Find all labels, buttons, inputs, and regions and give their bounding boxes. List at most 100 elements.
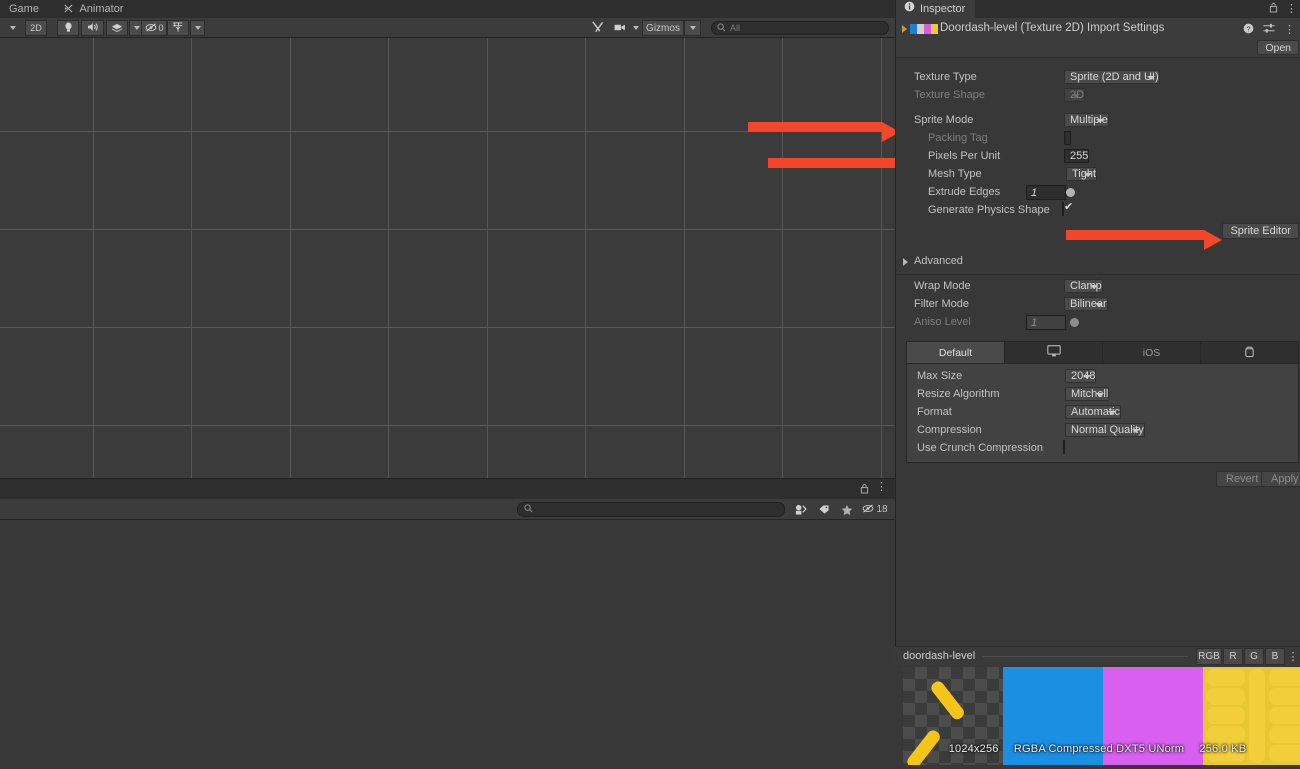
lock-icon[interactable] [860, 483, 869, 497]
tools-button[interactable] [588, 20, 608, 36]
tab-game[interactable]: Game [0, 0, 48, 18]
setting-label: Texture Type [914, 71, 977, 83]
setting-row-compression: Compression Normal Quality [907, 421, 1300, 439]
slider-value[interactable]: 1 [1026, 185, 1066, 200]
slider-knob [1070, 318, 1079, 327]
effects-icon [111, 22, 123, 35]
chevron-down-icon [1084, 173, 1092, 177]
preview-channel-rgb[interactable]: RGB [1196, 648, 1222, 665]
advanced-foldout[interactable]: Advanced [896, 252, 1300, 270]
eye-off-icon [862, 504, 874, 516]
grid-line-vertical [388, 38, 389, 478]
visibility-count-label: 18 [876, 504, 887, 515]
camera-dropdown[interactable] [628, 20, 643, 36]
tab-inspector[interactable]: Inspector [896, 0, 975, 18]
gizmos-search-input[interactable]: All [711, 21, 889, 35]
game-view-canvas[interactable] [0, 38, 895, 478]
gizmos-label: Gizmos [646, 23, 680, 34]
preview-channel-r[interactable]: R [1223, 648, 1243, 665]
camera-button[interactable] [612, 20, 628, 36]
grid-line-horizontal [0, 327, 895, 328]
kebab-menu-icon[interactable]: ⋮ [876, 482, 887, 493]
max-size-dropdown[interactable]: 2048 [1065, 369, 1096, 383]
preview-body[interactable]: 1024x256 RGBA Compressed DXT5 UNorm 256.… [895, 665, 1300, 769]
format-dropdown[interactable]: Automatic [1065, 405, 1121, 419]
generate-physics-shape-checkbox[interactable] [1062, 202, 1064, 216]
texture-type-dropdown[interactable]: Sprite (2D and UI) [1064, 70, 1160, 84]
project-search-input[interactable] [517, 502, 785, 517]
tab-platform-ios[interactable]: iOS [1103, 342, 1201, 363]
tab-platform-default[interactable]: Default [907, 342, 1005, 363]
audio-mute-toggle[interactable] [81, 20, 104, 36]
grid-line-vertical [782, 38, 783, 478]
grid-gizmo-dropdown[interactable] [190, 20, 205, 36]
chevron-down-icon [1096, 119, 1104, 123]
use-crunch-compression-checkbox[interactable] [1063, 440, 1065, 454]
kebab-menu-icon[interactable]: ⋮ [1286, 650, 1300, 663]
project-browser-body[interactable] [0, 520, 895, 769]
open-button[interactable]: Open [1257, 40, 1299, 55]
gizmos-button[interactable]: Gizmos [642, 20, 684, 36]
setting-label: Packing Tag [928, 132, 988, 144]
tab-animator[interactable]: Animator [55, 0, 132, 18]
packing-tag-input [1064, 131, 1071, 145]
compression-dropdown[interactable]: Normal Quality [1065, 423, 1145, 437]
two-d-label: 2D [30, 23, 42, 33]
grid-line-vertical [487, 38, 488, 478]
grid-line-vertical [93, 38, 94, 478]
preview-filesize: 256.0 KB [1199, 743, 1246, 755]
preview-channel-b[interactable]: B [1265, 648, 1285, 665]
setting-row-aniso-level: Aniso Level 1 [896, 313, 1300, 331]
gizmos-dropdown[interactable] [684, 20, 701, 36]
setting-row-packing-tag: Packing Tag [896, 129, 1300, 147]
display-dropdown[interactable] [3, 20, 23, 36]
texture-shape-dropdown: 2D [1064, 88, 1085, 102]
filter-mode-dropdown[interactable]: Bilinear [1064, 297, 1108, 311]
two-d-toggle[interactable]: 2D [25, 20, 47, 36]
eye-off-icon [145, 23, 157, 34]
preset-icon[interactable] [1263, 23, 1275, 37]
lock-icon[interactable] [1269, 2, 1278, 16]
slider-knob[interactable] [1066, 188, 1075, 197]
grid-gizmo-toggle[interactable] [167, 20, 189, 36]
visibility-count-button[interactable]: 18 [858, 502, 892, 517]
sprite-mode-dropdown[interactable]: Multiple [1064, 113, 1109, 127]
lighting-toggle[interactable] [57, 20, 79, 36]
mesh-type-dropdown[interactable]: Tight [1066, 167, 1097, 181]
chevron-down-icon [1108, 411, 1116, 415]
grid-line-vertical [684, 38, 685, 478]
input-value: 255 [1070, 150, 1088, 162]
preview-channel-g[interactable]: G [1244, 648, 1264, 665]
tab-platform-standalone[interactable] [1005, 342, 1103, 363]
tab-animator-label: Animator [79, 3, 123, 15]
slider-value: 1 [1026, 315, 1066, 330]
inspector-tab-bar: Inspector ⋮ [896, 0, 1300, 18]
label-filter-icon[interactable] [813, 502, 834, 517]
object-filter-icon[interactable] [790, 502, 811, 517]
chevron-down-icon [1083, 375, 1091, 379]
hidden-objects-toggle[interactable]: 0 [141, 20, 167, 36]
favorite-star-icon[interactable] [836, 502, 857, 517]
effects-toggle[interactable] [106, 20, 128, 36]
pixels-per-unit-input[interactable]: 255 [1064, 149, 1089, 163]
resize-algorithm-dropdown[interactable]: Mitchell [1065, 387, 1109, 401]
setting-label: Max Size [917, 370, 962, 382]
setting-label: Mesh Type [928, 168, 982, 180]
platform-settings-body: Max Size 2048 Resize Algorithm Mitchell … [906, 363, 1299, 463]
kebab-menu-icon[interactable]: ⋮ [1286, 4, 1297, 15]
apply-button[interactable]: Apply [1261, 471, 1300, 487]
setting-label: Filter Mode [914, 298, 969, 310]
help-icon[interactable]: ? [1243, 23, 1254, 37]
sprite-editor-button[interactable]: Sprite Editor [1222, 223, 1299, 239]
grid-line-vertical [191, 38, 192, 478]
kebab-menu-icon[interactable]: ⋮ [1284, 25, 1295, 36]
tab-platform-ios-label: iOS [1143, 347, 1161, 359]
tab-inspector-label: Inspector [920, 0, 965, 18]
setting-row-generate-physics-shape: Generate Physics Shape [896, 201, 1300, 219]
chevron-right-icon[interactable] [902, 25, 907, 33]
setting-row-sprite-mode: Sprite Mode Multiple [896, 111, 1300, 129]
svg-text:?: ? [1246, 24, 1250, 33]
tab-platform-android[interactable] [1201, 342, 1298, 363]
info-icon [904, 0, 915, 18]
wrap-mode-dropdown[interactable]: Clamp [1064, 279, 1103, 293]
